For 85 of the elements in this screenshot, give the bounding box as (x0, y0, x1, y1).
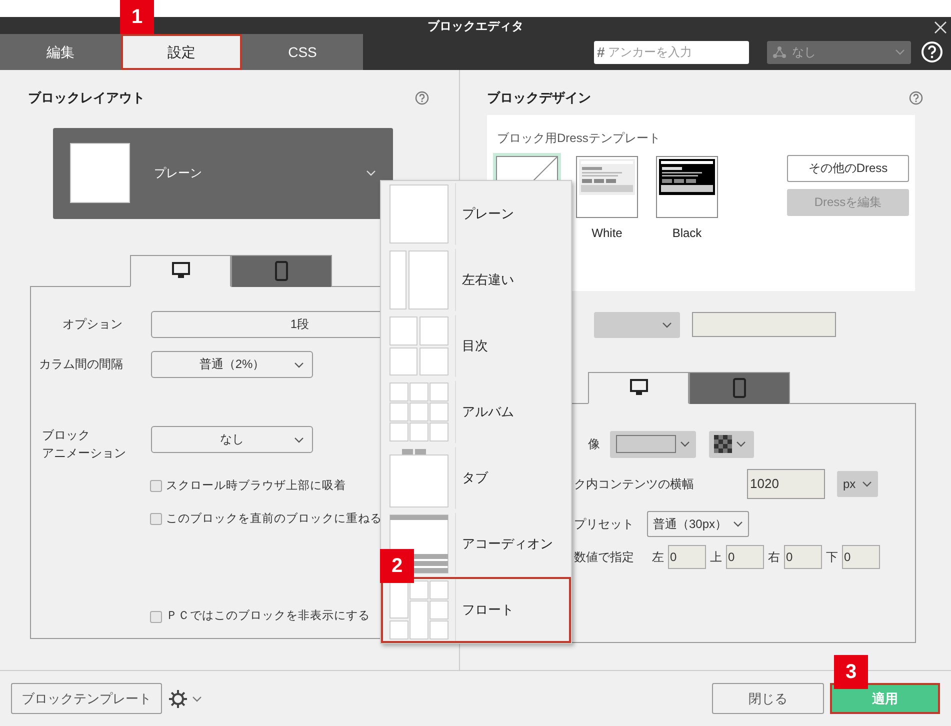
chevron-icon (192, 696, 202, 702)
field-label: カラム間の間隔 (38, 356, 123, 373)
text-field[interactable] (692, 312, 836, 336)
field-label: 左 (652, 548, 664, 566)
layout-menu-item[interactable]: フロート (381, 577, 571, 643)
color-select[interactable] (610, 430, 696, 458)
layout-menu-item[interactable]: 左右違い (381, 247, 571, 313)
layout-thumbnail (389, 250, 449, 310)
close-icon[interactable] (934, 21, 947, 34)
dress-thumbnail[interactable] (576, 156, 638, 218)
chevron-icon (736, 441, 746, 447)
field-label: 下 (826, 548, 838, 566)
select-field[interactable] (594, 312, 680, 338)
layout-thumbnail (389, 382, 449, 442)
color-swatch (616, 435, 676, 453)
close-button[interactable]: 閉じる (712, 683, 824, 714)
layout-menu-item[interactable]: アルバム (381, 379, 571, 445)
device-tab[interactable] (231, 254, 332, 286)
device-tab[interactable] (588, 372, 689, 404)
chevron-icon (294, 362, 304, 368)
checkbox-option[interactable]: このブロックを直前のブロックに重ねる (150, 510, 449, 528)
chevron-icon (680, 441, 690, 447)
anchor-field[interactable]: # アンカーを入力 (594, 40, 749, 64)
phone-icon (733, 378, 746, 398)
tab[interactable]: 編集 (0, 34, 121, 70)
anchor-input[interactable]: アンカーを入力 (608, 43, 728, 61)
padding-field[interactable]: 0 (784, 544, 822, 568)
chevron-icon (862, 480, 872, 486)
monitor-icon (172, 262, 190, 279)
step-badge: 1 (120, 0, 154, 34)
template-button[interactable]: ブロックテンプレート (11, 683, 162, 714)
field-label: 上 (710, 548, 722, 566)
layout-preview (70, 143, 130, 203)
field-label: 像 (587, 436, 600, 453)
padding-field[interactable]: 0 (842, 544, 880, 568)
dress-button[interactable]: その他のDress (787, 154, 909, 182)
checkbox[interactable] (150, 513, 162, 526)
field-label: 右 (768, 548, 780, 566)
device-tab[interactable] (689, 372, 790, 404)
dress-thumbnail[interactable] (656, 156, 718, 218)
chevron-icon (733, 520, 743, 526)
preset-select[interactable]: 普通（30px） (647, 510, 749, 536)
phone-icon (275, 261, 288, 281)
layout-thumbnail (389, 316, 449, 376)
tab[interactable]: CSS (242, 34, 363, 70)
field-label: ク内コンテンツの横幅 (574, 476, 695, 492)
width-field[interactable]: 1020 (747, 468, 825, 498)
unit-select[interactable]: px (837, 470, 878, 496)
column-gap-select[interactable]: 普通（2%） (151, 350, 313, 378)
padding-field[interactable]: 0 (726, 544, 764, 568)
settings-icon (168, 688, 188, 708)
layout-thumbnail (389, 184, 449, 244)
field-label: プリセット (574, 516, 635, 532)
section-title: ブロック用Dressテンプレート (497, 130, 662, 146)
node-icon (773, 46, 786, 58)
settings-menu[interactable] (168, 688, 202, 708)
window-title: ブロックエディタ (428, 18, 524, 34)
dress-template[interactable]: White (573, 152, 641, 244)
chevron-icon (895, 49, 905, 55)
template-label: White (592, 224, 622, 242)
animation-select[interactable]: なし (151, 426, 313, 452)
step-badge: 3 (834, 655, 868, 689)
panel-title: ブロックデザイン (487, 89, 591, 107)
template-label: Black (672, 224, 702, 242)
checker-icon (714, 435, 732, 453)
panel-title: ブロックレイアウト (28, 89, 145, 107)
padding-field[interactable]: 0 (668, 544, 706, 568)
device-tab[interactable] (130, 254, 231, 286)
hash-icon: # (597, 42, 605, 62)
checkbox[interactable] (150, 480, 162, 492)
dress-template[interactable]: Black (653, 152, 721, 244)
checkbox[interactable] (150, 610, 162, 623)
field-label: オプション (62, 316, 123, 333)
monitor-icon (630, 379, 648, 396)
layout-thumbnail (389, 580, 449, 640)
layout-thumbnail (389, 448, 449, 508)
field-label: ブロック アニメーション (41, 426, 127, 462)
chevron-icon (662, 322, 672, 328)
chevron-icon (294, 436, 304, 442)
step-badge: 2 (380, 549, 414, 583)
chevron-icon (366, 170, 376, 176)
tab[interactable]: 設定 (121, 34, 242, 70)
field-label: 数値で指定 (574, 548, 635, 566)
pattern-select[interactable] (709, 430, 754, 458)
layout-select[interactable]: プレーン (53, 128, 393, 218)
